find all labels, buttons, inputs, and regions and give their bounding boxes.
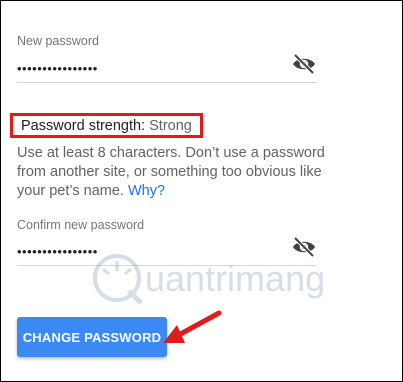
confirm-password-label: Confirm new password — [17, 218, 145, 232]
password-strength: Password strength: Strong — [10, 113, 203, 138]
new-password-label: New password — [17, 34, 99, 48]
change-password-button[interactable]: CHANGE PASSWORD — [17, 317, 167, 357]
watermark-logo: uantrimang — [93, 254, 325, 305]
strength-value: Strong — [149, 117, 192, 134]
hint-text: Use at least 8 characters. Don’t use a p… — [17, 145, 325, 199]
strength-label: Password strength: — [21, 117, 146, 134]
confirm-password-value[interactable]: •••••••••••••••• — [17, 244, 98, 259]
change-password-panel: New password •••••••••••••••• Password s… — [0, 0, 403, 382]
new-password-field[interactable]: •••••••••••••••• — [17, 53, 317, 83]
new-password-underline — [17, 82, 317, 83]
annotation-arrow-icon — [163, 310, 222, 343]
watermark-text: uantrimang — [145, 258, 325, 299]
password-hint: Use at least 8 characters. Don’t use a p… — [17, 144, 327, 201]
new-password-value[interactable]: •••••••••••••••• — [17, 61, 98, 76]
why-link[interactable]: Why? — [128, 183, 165, 199]
eye-off-icon[interactable] — [291, 53, 317, 75]
